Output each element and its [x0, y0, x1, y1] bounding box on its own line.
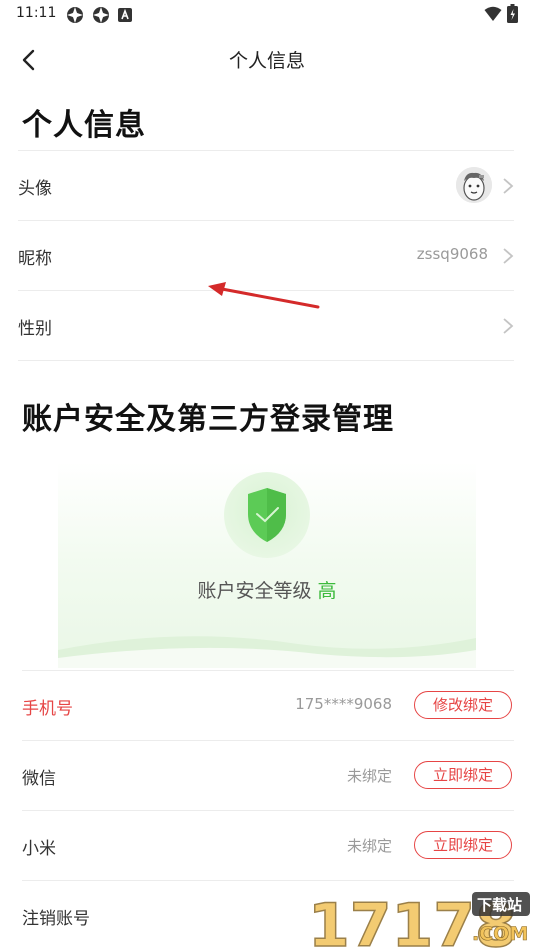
- avatar-row[interactable]: 头像: [18, 150, 514, 220]
- phone-label: 手机号: [22, 699, 73, 719]
- wechat-status: 未绑定: [346, 767, 392, 785]
- shield-badge: [224, 472, 310, 558]
- watermark-logo: 17178 下载站 .COM: [306, 884, 534, 950]
- phone-value: 175****9068: [295, 695, 392, 713]
- status-time: 11:11: [16, 5, 57, 21]
- security-level-label: 账户安全等级: [197, 580, 312, 602]
- notification-icon: [93, 7, 109, 23]
- bind-wechat-button[interactable]: 立即绑定: [414, 761, 512, 789]
- xiaomi-row: 小米 未绑定 立即绑定: [22, 810, 514, 880]
- security-level: 账户安全等级 高: [58, 576, 476, 603]
- battery-icon: [507, 4, 518, 23]
- chevron-right-icon: [503, 178, 514, 194]
- avatar-label: 头像: [18, 179, 52, 199]
- nav-bar: 个人信息: [0, 30, 534, 86]
- status-bar: 11:11: [0, 0, 534, 30]
- bind-xiaomi-button[interactable]: 立即绑定: [414, 831, 512, 859]
- watermark-logo-icon: 17178 下载站 .COM: [307, 890, 530, 950]
- avatar[interactable]: [456, 167, 492, 203]
- nickname-value: zssq9068: [416, 245, 488, 263]
- chevron-right-icon: [503, 248, 514, 264]
- wechat-label: 微信: [22, 769, 56, 789]
- notification-icon: [67, 7, 83, 23]
- page-title: 个人信息: [22, 108, 146, 143]
- security-title: 账户安全及第三方登录管理: [22, 402, 394, 437]
- phone-row: 手机号 175****9068 修改绑定: [22, 670, 514, 740]
- security-card: 账户安全等级 高: [58, 462, 476, 668]
- wave-decoration: [58, 636, 476, 668]
- shield-check-icon: [248, 488, 286, 542]
- svg-text:.COM: .COM: [472, 923, 528, 945]
- gender-row[interactable]: 性别: [18, 290, 514, 360]
- xiaomi-label: 小米: [22, 839, 56, 859]
- wechat-row: 微信 未绑定 立即绑定: [22, 740, 514, 810]
- gender-label: 性别: [18, 319, 52, 339]
- letter-a-icon: [118, 8, 132, 22]
- delete-account-label: 注销账号: [22, 909, 90, 929]
- chevron-right-icon: [503, 318, 514, 334]
- nav-title: 个人信息: [228, 50, 305, 72]
- divider: [18, 360, 514, 361]
- nickname-row[interactable]: 昵称 zssq9068: [18, 220, 514, 290]
- avatar-icon: [456, 167, 492, 203]
- nickname-label: 昵称: [18, 249, 52, 269]
- xiaomi-status: 未绑定: [346, 837, 392, 855]
- wifi-icon: [484, 6, 502, 21]
- security-level-value: 高: [317, 580, 337, 602]
- svg-text:下载站: 下载站: [477, 896, 522, 914]
- change-binding-button[interactable]: 修改绑定: [414, 691, 512, 719]
